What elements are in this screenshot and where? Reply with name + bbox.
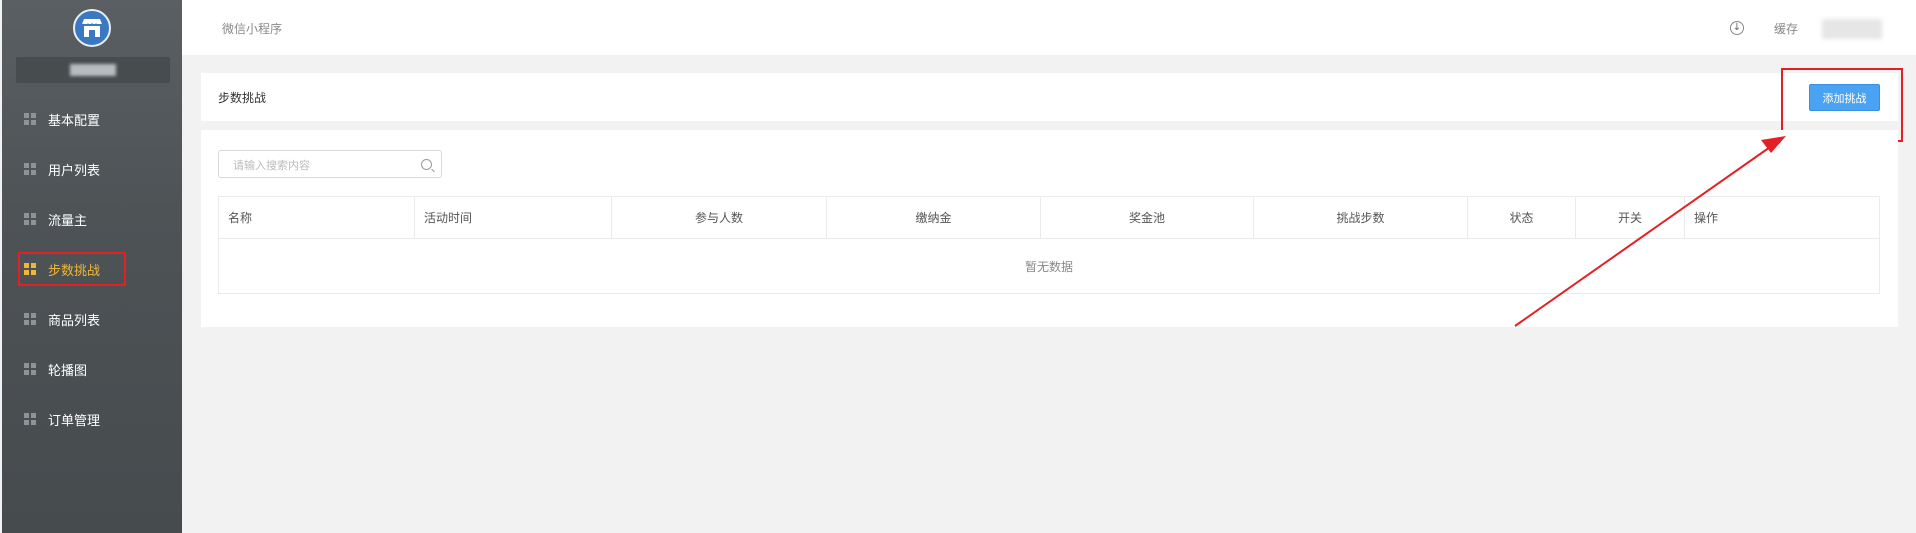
sidebar-item-order-management[interactable]: 订单管理 bbox=[2, 394, 182, 444]
grid-icon bbox=[24, 113, 36, 125]
sidebar: 基本配置 用户列表 流量主 步数挑战 商品列表 轮播图 订单管理 bbox=[2, 0, 182, 533]
column-header-switch: 开关 bbox=[1575, 196, 1685, 239]
grid-icon bbox=[24, 263, 36, 275]
column-header-prize-pool: 奖金池 bbox=[1040, 196, 1254, 239]
grid-icon bbox=[24, 413, 36, 425]
store-logo-icon bbox=[73, 9, 111, 47]
sidebar-item-label: 步数挑战 bbox=[48, 263, 101, 279]
sidebar-item-user-list[interactable]: 用户列表 bbox=[2, 144, 182, 194]
column-header-activity-time: 活动时间 bbox=[414, 196, 612, 239]
column-header-participants: 参与人数 bbox=[611, 196, 827, 239]
column-header-challenge-steps: 挑战步数 bbox=[1253, 196, 1468, 239]
grid-icon bbox=[24, 313, 36, 325]
shop-name bbox=[16, 57, 170, 83]
sidebar-nav: 基本配置 用户列表 流量主 步数挑战 商品列表 轮播图 订单管理 bbox=[2, 94, 182, 444]
table-empty-row: 暂无数据 bbox=[218, 238, 1880, 294]
empty-state-text: 暂无数据 bbox=[218, 238, 1880, 294]
content-panel: 名称 活动时间 参与人数 缴纳金 奖金池 挑战步数 状态 开关 操作 暂无数据 bbox=[201, 130, 1898, 327]
sidebar-item-traffic-owner[interactable]: 流量主 bbox=[2, 194, 182, 244]
sidebar-item-label: 基本配置 bbox=[48, 113, 101, 129]
top-bar: 微信小程序 ↓ 缓存 bbox=[182, 0, 1916, 55]
grid-icon bbox=[24, 163, 36, 175]
user-info[interactable] bbox=[1822, 19, 1882, 39]
sidebar-item-label: 流量主 bbox=[48, 213, 88, 229]
challenge-table: 名称 活动时间 参与人数 缴纳金 奖金池 挑战步数 状态 开关 操作 暂无数据 bbox=[218, 196, 1880, 294]
sidebar-item-label: 用户列表 bbox=[48, 163, 101, 179]
column-header-status: 状态 bbox=[1467, 196, 1576, 239]
grid-icon bbox=[24, 363, 36, 375]
sidebar-item-label: 商品列表 bbox=[48, 313, 101, 329]
column-header-name: 名称 bbox=[218, 196, 415, 239]
sidebar-item-carousel[interactable]: 轮播图 bbox=[2, 344, 182, 394]
cache-button[interactable]: 缓存 bbox=[1774, 20, 1798, 37]
sidebar-item-basic-config[interactable]: 基本配置 bbox=[2, 94, 182, 144]
sidebar-item-product-list[interactable]: 商品列表 bbox=[2, 294, 182, 344]
download-circle-icon[interactable]: ↓ bbox=[1730, 21, 1744, 35]
table-header-row: 名称 活动时间 参与人数 缴纳金 奖金池 挑战步数 状态 开关 操作 bbox=[218, 196, 1880, 239]
search-icon[interactable] bbox=[421, 159, 432, 170]
sidebar-item-step-challenge[interactable]: 步数挑战 bbox=[2, 244, 182, 294]
app-brand: 微信小程序 bbox=[222, 22, 283, 36]
column-header-deposit: 缴纳金 bbox=[826, 196, 1041, 239]
page-title: 步数挑战 bbox=[218, 91, 267, 105]
sidebar-item-label: 轮播图 bbox=[48, 363, 88, 379]
page-header: 步数挑战 添加挑战 bbox=[201, 73, 1898, 121]
column-header-actions: 操作 bbox=[1684, 196, 1880, 239]
sidebar-item-label: 订单管理 bbox=[48, 413, 101, 429]
search-input[interactable] bbox=[219, 151, 415, 179]
grid-icon bbox=[24, 213, 36, 225]
search-box bbox=[218, 150, 442, 179]
